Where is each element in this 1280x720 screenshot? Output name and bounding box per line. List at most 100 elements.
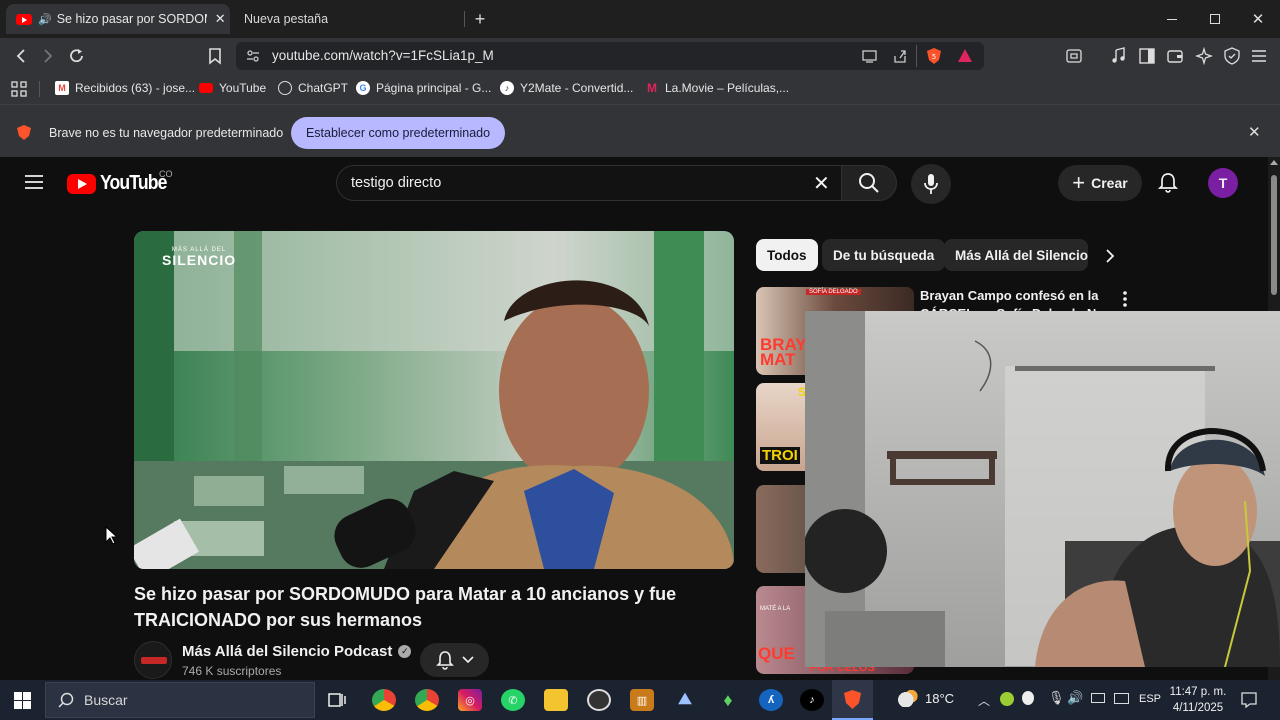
close-window-button[interactable]: ✕ [1241,6,1275,32]
chip-todos[interactable]: Todos [756,239,818,271]
google-icon: G [356,81,370,95]
chrome-icon[interactable] [415,689,439,711]
default-browser-infobar: Brave no es tu navegador predeterminado … [0,104,1280,157]
audio-playing-icon[interactable]: 🔊 [38,13,52,26]
country-code: CO [159,169,173,179]
media-icon[interactable] [1111,47,1127,65]
create-button[interactable]: + Crear [1058,165,1142,201]
share-icon[interactable] [892,48,908,64]
hamburger-menu-icon[interactable] [24,174,44,190]
tray-chevron-up-icon[interactable]: ︿ [978,692,990,709]
scroll-up-icon[interactable] [1270,160,1278,165]
task-view-icon[interactable] [328,691,346,709]
obs-icon[interactable] [587,689,611,711]
tiktok-icon[interactable]: ♪ [800,689,824,711]
app-icon[interactable]: ʎ [759,689,783,711]
youtube-icon [199,83,213,93]
system-clock[interactable]: 11:47 p. m. 4/11/2025 [1168,684,1228,716]
url-text: youtube.com/watch?v=1FcSLia1p_M [272,48,494,63]
webcam-overlay [805,311,1280,667]
tray-app-icon[interactable] [1022,691,1034,705]
notification-center-icon[interactable] [1241,692,1257,708]
search-input[interactable]: testigo directo ✕ [336,165,842,201]
whatsapp-icon[interactable]: ✆ [501,689,525,711]
menu-icon[interactable] [1251,49,1267,63]
scrollbar-thumb[interactable] [1271,175,1277,295]
tray-app-icon[interactable] [1000,692,1014,706]
tab-title: Nueva pestaña [244,12,329,26]
reload-icon[interactable] [68,47,86,65]
vpn-shield-icon[interactable] [1224,47,1240,65]
bookmark-lamovie[interactable]: M La.Movie – Películas,... [645,81,789,95]
wallet-icon[interactable] [1167,48,1183,64]
minimize-button[interactable] [1155,6,1189,32]
bookmark-youtube[interactable]: YouTube [199,81,266,95]
cast-icon[interactable] [862,49,878,63]
chip-mas-alla[interactable]: Más Allá del Silencio P [944,239,1088,271]
lamovie-icon: M [647,81,657,95]
chip-de-tu-busqueda[interactable]: De tu búsqueda [822,239,946,271]
restore-icon [1210,14,1220,24]
chrome-profile-icon[interactable] [372,689,396,711]
bookmark-gmail[interactable]: M Recibidos (63) - jose... [55,81,195,95]
brave-shields-icon[interactable]: 5 [925,47,943,65]
new-tab-button[interactable]: + [463,6,497,32]
video-title: Se hizo pasar por SORDOMUDO para Matar a… [134,584,677,630]
windows-start-icon[interactable] [14,692,31,709]
language-indicator[interactable]: ESP [1139,693,1161,705]
bookmark-chatgpt[interactable]: ChatGPT [278,81,348,95]
close-tab-icon[interactable]: ✕ [215,11,226,27]
brave-rewards-icon[interactable] [957,48,973,64]
maximize-button[interactable] [1198,6,1232,32]
leo-ai-icon[interactable] [1195,47,1213,65]
site-settings-icon[interactable] [246,49,260,63]
subscription-bell-button[interactable] [420,643,489,677]
notifications-bell-icon[interactable] [1158,172,1178,194]
more-options-icon[interactable] [1122,290,1128,308]
apps-grid-icon[interactable] [11,81,27,97]
bookmark-y2mate[interactable]: ♪ Y2Mate - Convertid... [500,81,633,95]
gem-icon[interactable]: ♦ [716,689,740,711]
channel-watermark: MÁS ALLÁ DEL SILENCIO [162,247,237,268]
bell-icon [435,651,454,670]
search-button[interactable] [841,165,897,201]
address-bar[interactable]: youtube.com/watch?v=1FcSLia1p_M 5 [236,42,984,70]
weather-cloud-icon [897,689,919,707]
forward-icon[interactable] [40,48,56,64]
tab-active[interactable]: 🔊 Se hizo pasar por SORDOMUDO para Matar… [6,4,230,34]
mouse-cursor-icon [105,526,119,545]
search-icon [859,173,879,193]
clear-search-icon[interactable]: ✕ [813,171,830,196]
brave-logo-icon [17,125,31,140]
youtube-favicon-icon [16,13,32,25]
voice-search-button[interactable] [911,164,951,204]
file-explorer-icon[interactable] [544,689,568,711]
inkscape-icon[interactable]: ⛰ [673,689,697,711]
bookmark-google[interactable]: G Página principal - G... [356,81,491,95]
weather-widget[interactable]: 18°C [897,689,954,707]
close-infobar-icon[interactable]: ✕ [1248,123,1261,141]
volume-icon[interactable]: 🔊 [1067,690,1083,706]
brave-taskbar-button[interactable] [832,680,873,720]
sidebar-toggle-icon[interactable] [1139,48,1155,64]
network-icon[interactable] [1114,693,1129,704]
back-icon[interactable] [13,48,29,64]
divider [916,45,917,67]
channel-avatar[interactable] [134,641,172,679]
account-avatar[interactable]: T [1208,168,1238,198]
webcam-feed [805,311,1280,667]
set-default-button[interactable]: Establecer como predeterminado [291,117,505,149]
bookmark-icon[interactable] [207,47,223,65]
video-player[interactable]: MÁS ALLÁ DEL SILENCIO [134,231,734,569]
instagram-icon[interactable]: ◎ [458,689,482,711]
default-browser-message: Brave no es tu navegador predeterminado [49,126,284,140]
chevron-right-icon[interactable] [1104,248,1116,264]
taskbar-search-input[interactable]: Buscar [45,682,315,718]
channel-name[interactable]: Más Allá del Silencio Podcast ✓ [182,643,412,660]
tab-new-tab[interactable]: Nueva pestaña [236,4,464,34]
microphone-icon[interactable]: 🎙 [1048,690,1065,706]
battery-icon[interactable] [1091,693,1105,703]
leo-sidebar-icon[interactable] [1066,48,1082,64]
plus-icon: + [474,8,486,29]
app-icon[interactable]: ▥ [630,689,654,711]
